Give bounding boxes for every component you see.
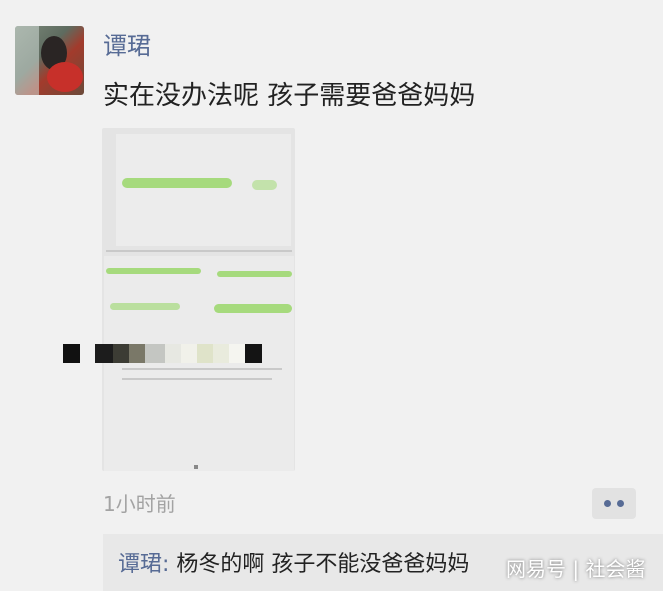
author-name[interactable]: 谭珺	[103, 30, 151, 62]
avatar-figure-shape	[47, 62, 83, 92]
photo-highlight	[122, 178, 232, 188]
more-dots-icon	[604, 500, 611, 507]
moments-post: 谭珺 实在没办法呢 孩子需要爸爸妈妈 1小时前 谭珺: 杨冬的啊 孩子不能没爸爸…	[0, 0, 663, 591]
more-actions-button[interactable]	[592, 488, 636, 519]
photo-highlight	[106, 268, 201, 274]
comment-text: 杨冬的啊 孩子不能没爸爸妈妈	[176, 552, 470, 577]
avatar-bg-shape	[15, 26, 39, 95]
avatar[interactable]	[15, 26, 84, 95]
photo-highlight	[252, 180, 277, 190]
post-photo[interactable]	[102, 128, 295, 471]
watermark: 网易号 | 社会酱	[506, 557, 646, 581]
photo-document-sheet	[104, 256, 294, 471]
photo-mark	[194, 465, 198, 469]
comment-item[interactable]: 谭珺: 杨冬的啊 孩子不能没爸爸妈妈	[118, 549, 469, 581]
photo-rule	[122, 378, 272, 380]
post-timestamp: 1小时前	[103, 492, 176, 516]
photo-rule	[122, 368, 282, 370]
photo-document-sheet	[116, 134, 291, 246]
photo-highlight	[214, 304, 292, 313]
photo-highlight	[110, 303, 180, 310]
more-dots-icon	[617, 500, 624, 507]
comment-author[interactable]: 谭珺:	[118, 552, 169, 577]
photo-highlight	[217, 271, 292, 277]
post-text: 实在没办法呢 孩子需要爸爸妈妈	[103, 81, 476, 111]
photo-rule	[106, 250, 292, 252]
